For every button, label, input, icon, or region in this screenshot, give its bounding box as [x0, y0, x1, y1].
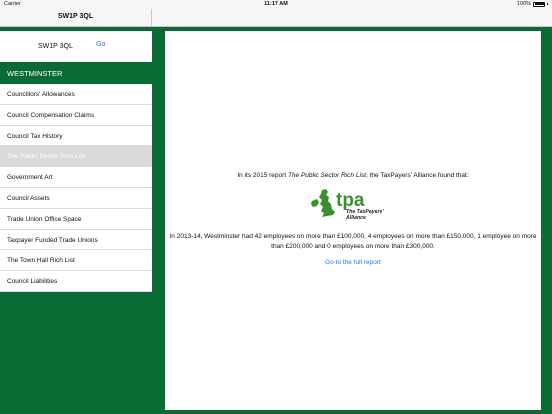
list-item-label: Taxpayer Funded Trade Unions [7, 236, 98, 244]
tpa-logo: tpa The TaxPayers' Alliance [311, 189, 384, 221]
list-item-label: Government Art [7, 174, 53, 182]
battery-tip [547, 3, 548, 5]
rich-list-summary: In 2013-14, Westminster had 42 employees… [169, 233, 537, 250]
list-item-label: Council Liabilities [7, 278, 58, 286]
list-item-label: Council Assets [7, 194, 50, 202]
list-item-label: Councillors' Allowances [7, 91, 75, 98]
status-time: 11:17 AM [264, 1, 288, 7]
council-name: WESTMINSTER [7, 69, 63, 78]
report-title: The Public Sector Rich List [287, 172, 366, 179]
list-item-council-liabilities[interactable]: Council Liabilities [0, 271, 152, 292]
battery-indicator: 100% [517, 1, 548, 7]
postcode-search-area: Go [0, 31, 152, 62]
list-item-council-compensation-claims[interactable]: Council Compensation Claims [0, 104, 152, 126]
list-item-town-hall-rich-list[interactable]: The Town Hall Rich List [0, 250, 152, 272]
topic-list: Councillors' Allowances Council Compensa… [0, 84, 152, 292]
detail-panel: In its 2015 report The Public Sector Ric… [165, 31, 541, 410]
list-item-council-assets[interactable]: Council Assets [0, 187, 152, 209]
list-item-label: The Public Sector Rich List [7, 153, 86, 161]
master-nav-bar: SW1P 3QL [0, 9, 152, 27]
logo-acronym: tpa [336, 190, 365, 211]
logo-line2: Alliance [345, 215, 366, 221]
status-bar: Carrier 11:17 AM 100% [0, 0, 552, 9]
battery-percent: 100% [516, 1, 531, 7]
list-item-label: Council Compensation Claims [7, 111, 95, 119]
detail-nav-bar [152, 9, 552, 27]
battery-icon [533, 1, 545, 7]
list-item-label: The Town Hall Rich List [7, 257, 75, 265]
postcode-input[interactable] [38, 41, 86, 52]
nav-title: SW1P 3QL [57, 13, 94, 20]
full-report-link[interactable]: Go to the full report [165, 259, 541, 266]
intro-prefix: In its 2015 report [237, 172, 288, 179]
intro-suffix: , the TaxPayers' Alliance found that: [365, 172, 469, 179]
council-section-header: WESTMINSTER [0, 62, 152, 84]
list-item-government-art[interactable]: Government Art [0, 167, 152, 188]
list-item-councillors-allowances[interactable]: Councillors' Allowances [0, 84, 152, 105]
list-item-label: Trade Union Office Space [7, 215, 82, 223]
go-button[interactable]: Go [96, 41, 105, 48]
list-item-label: Council Tax History [7, 132, 63, 140]
list-item-trade-union-office-space[interactable]: Trade Union Office Space [0, 208, 152, 230]
sidebar: Go WESTMINSTER Councillors' Allowances C… [0, 31, 152, 414]
uk-map-icon [311, 189, 335, 217]
list-item-council-tax-history[interactable]: Council Tax History [0, 125, 152, 147]
list-item-taxpayer-funded-trade-unions[interactable]: Taxpayer Funded Trade Unions [0, 229, 152, 251]
list-item-public-sector-rich-list[interactable]: The Public Sector Rich List [0, 146, 152, 168]
intro-text: In its 2015 report The Public Sector Ric… [165, 172, 541, 179]
